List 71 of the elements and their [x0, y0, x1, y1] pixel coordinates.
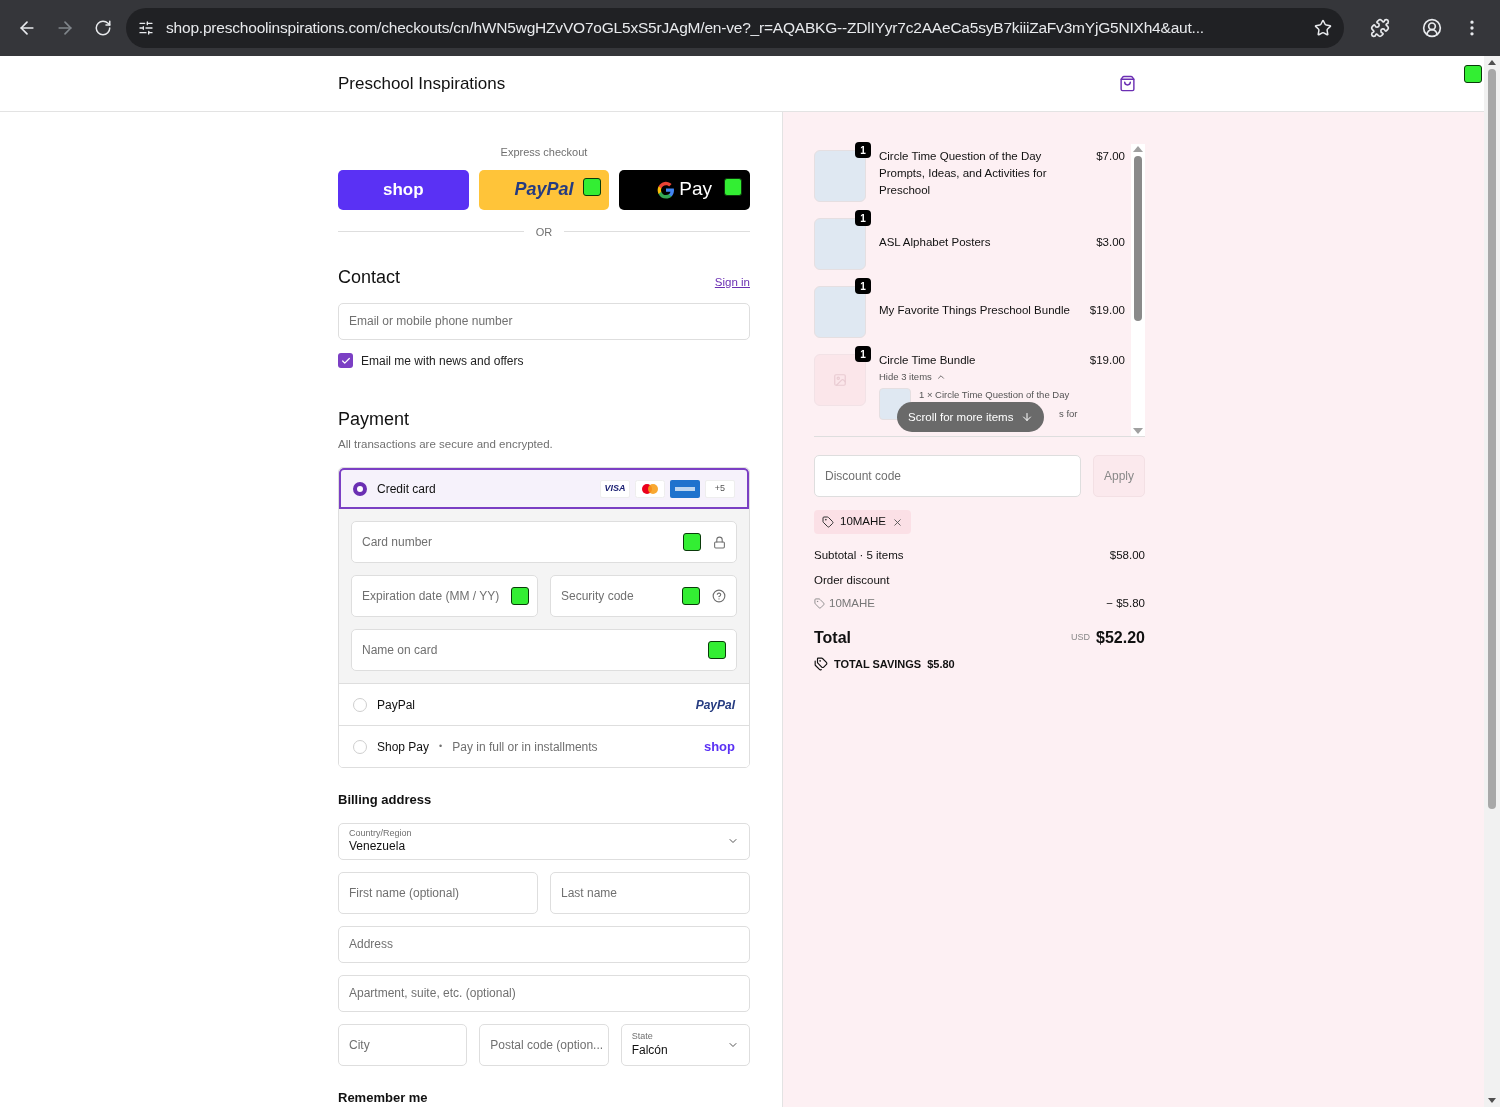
quantity-badge: 1: [855, 346, 871, 362]
product-price: $19.00: [1089, 302, 1125, 318]
input-field[interactable]: Apartment, suite, etc. (optional): [338, 974, 750, 1012]
store-name[interactable]: Preschool Inspirations: [338, 70, 506, 97]
product-name: Circle Time Question of the Day Prompts, Ideas, and Activities for Preschool: [879, 149, 1048, 198]
payment-subtitle: All transactions are secure and encrypted.: [338, 436, 554, 452]
payment-method-label: Credit card: [377, 480, 436, 498]
visa-logo: VISA: [600, 479, 630, 498]
quantity-badge: 1: [855, 278, 871, 294]
address-bar[interactable]: shop.preschoolinspirations.com/checkouts/cn/hWN5wgHZvVO7oGL5xS5rJAgM/en-ve?_r=AQABKG--ZDlIYyr7c2AAeCa5syB7kiiiZaFv3mYjG5NIXh4&aut...: [126, 8, 1344, 48]
discount-code-field[interactable]: Discount code: [814, 455, 1081, 497]
shop-logo: shop: [703, 737, 735, 756]
quantity-badge: 1: [855, 210, 871, 226]
or-divider-text: OR: [535, 224, 553, 240]
field-value: Falcón: [631, 1042, 669, 1058]
product-price: $19.00: [1089, 353, 1125, 368]
discount-code-text: 10MAHE: [829, 595, 876, 611]
product-name: My Favorite Things Preschool Bundle: [879, 302, 1070, 318]
input-field[interactable]: Postal code (option...: [479, 1023, 609, 1066]
scroll-hint-pill[interactable]: Scroll for more items: [897, 402, 1045, 433]
input-field[interactable]: Name on card: [351, 629, 737, 672]
product-price: $3.00: [1096, 234, 1125, 250]
more-cards-badge: +5: [705, 479, 735, 498]
payment-method-label: PayPal: [377, 696, 416, 714]
discount-amount: − $5.80: [1106, 595, 1145, 611]
total-label: Total: [814, 627, 852, 648]
shop-pay-button[interactable]: shop: [338, 169, 469, 210]
input-field[interactable]: First name (optional): [338, 871, 538, 914]
currency-code: USD: [1071, 631, 1091, 644]
payment-method-option[interactable]: Credit card VISA +5: [339, 468, 749, 510]
sub-item-name: 1 × Circle Time Question of the Day: [919, 388, 1071, 403]
paypal-logo: PayPal: [695, 696, 735, 714]
field-label: Country/Region: [349, 828, 413, 840]
product-price: $7.00: [1096, 149, 1125, 164]
input-field[interactable]: Security code: [550, 575, 737, 618]
quantity-badge: 1: [855, 142, 871, 158]
separator-dot: •: [439, 739, 443, 753]
field-label: State: [631, 1031, 654, 1043]
url-text: shop.preschoolinspirations.com/checkouts/cn/hWN5wgHZvVO7oGL5xS5rJAgM/en-ve?_r=AQABKG--ZDlIYyr7c2AAeCa5syB7kiiiZaFv3mYjG5NIXh4&aut...: [166, 18, 1205, 39]
input-field[interactable]: Address: [338, 925, 750, 963]
product-name: Circle Time Bundle: [879, 353, 976, 368]
select-field[interactable]: State Falcón: [620, 1023, 750, 1066]
order-discount-label: Order discount: [814, 573, 891, 589]
input-field[interactable]: Last name: [550, 871, 750, 914]
total-value: $52.20: [1096, 627, 1145, 648]
payment-method-note: Pay in full or in installments: [452, 738, 598, 756]
discount-tag: 10MAHE: [814, 510, 912, 534]
subtotal-value: $58.00: [1109, 548, 1145, 563]
express-checkout-title: Express checkout: [499, 145, 589, 160]
paypal-button[interactable]: PayPal: [478, 169, 610, 210]
remember-me-heading: Remember me: [338, 1088, 429, 1107]
contact-heading: Contact: [338, 266, 401, 289]
savings-label: TOTAL SAVINGS: [834, 656, 922, 672]
apply-button[interactable]: Apply: [1093, 455, 1145, 497]
payment-heading: Payment: [338, 407, 411, 431]
field-value: Venezuela: [349, 839, 407, 855]
newsletter-label: Email me with news and offers: [361, 352, 524, 370]
sign-in-link[interactable]: Sign in: [714, 273, 750, 291]
input-field[interactable]: City: [338, 1023, 468, 1066]
subtotal-label: Subtotal · 5 items: [814, 548, 904, 563]
savings-value: $5.80: [927, 656, 955, 672]
google-pay-button[interactable]: Pay: [619, 169, 750, 210]
billing-heading: Billing address: [338, 791, 433, 810]
input-field[interactable]: Expiration date (MM / YY): [351, 575, 538, 618]
product-name: ASL Alphabet Posters: [879, 234, 991, 250]
input-field[interactable]: Card number: [351, 521, 737, 564]
select-field[interactable]: Country/Region Venezuela: [338, 822, 750, 860]
payment-method-label: Shop Pay: [377, 738, 430, 756]
input-field[interactable]: Email or mobile phone number: [338, 303, 750, 340]
hide-items-toggle[interactable]: Hide 3 items: [879, 370, 1125, 385]
sub-item-name: s for: [1059, 406, 1078, 421]
